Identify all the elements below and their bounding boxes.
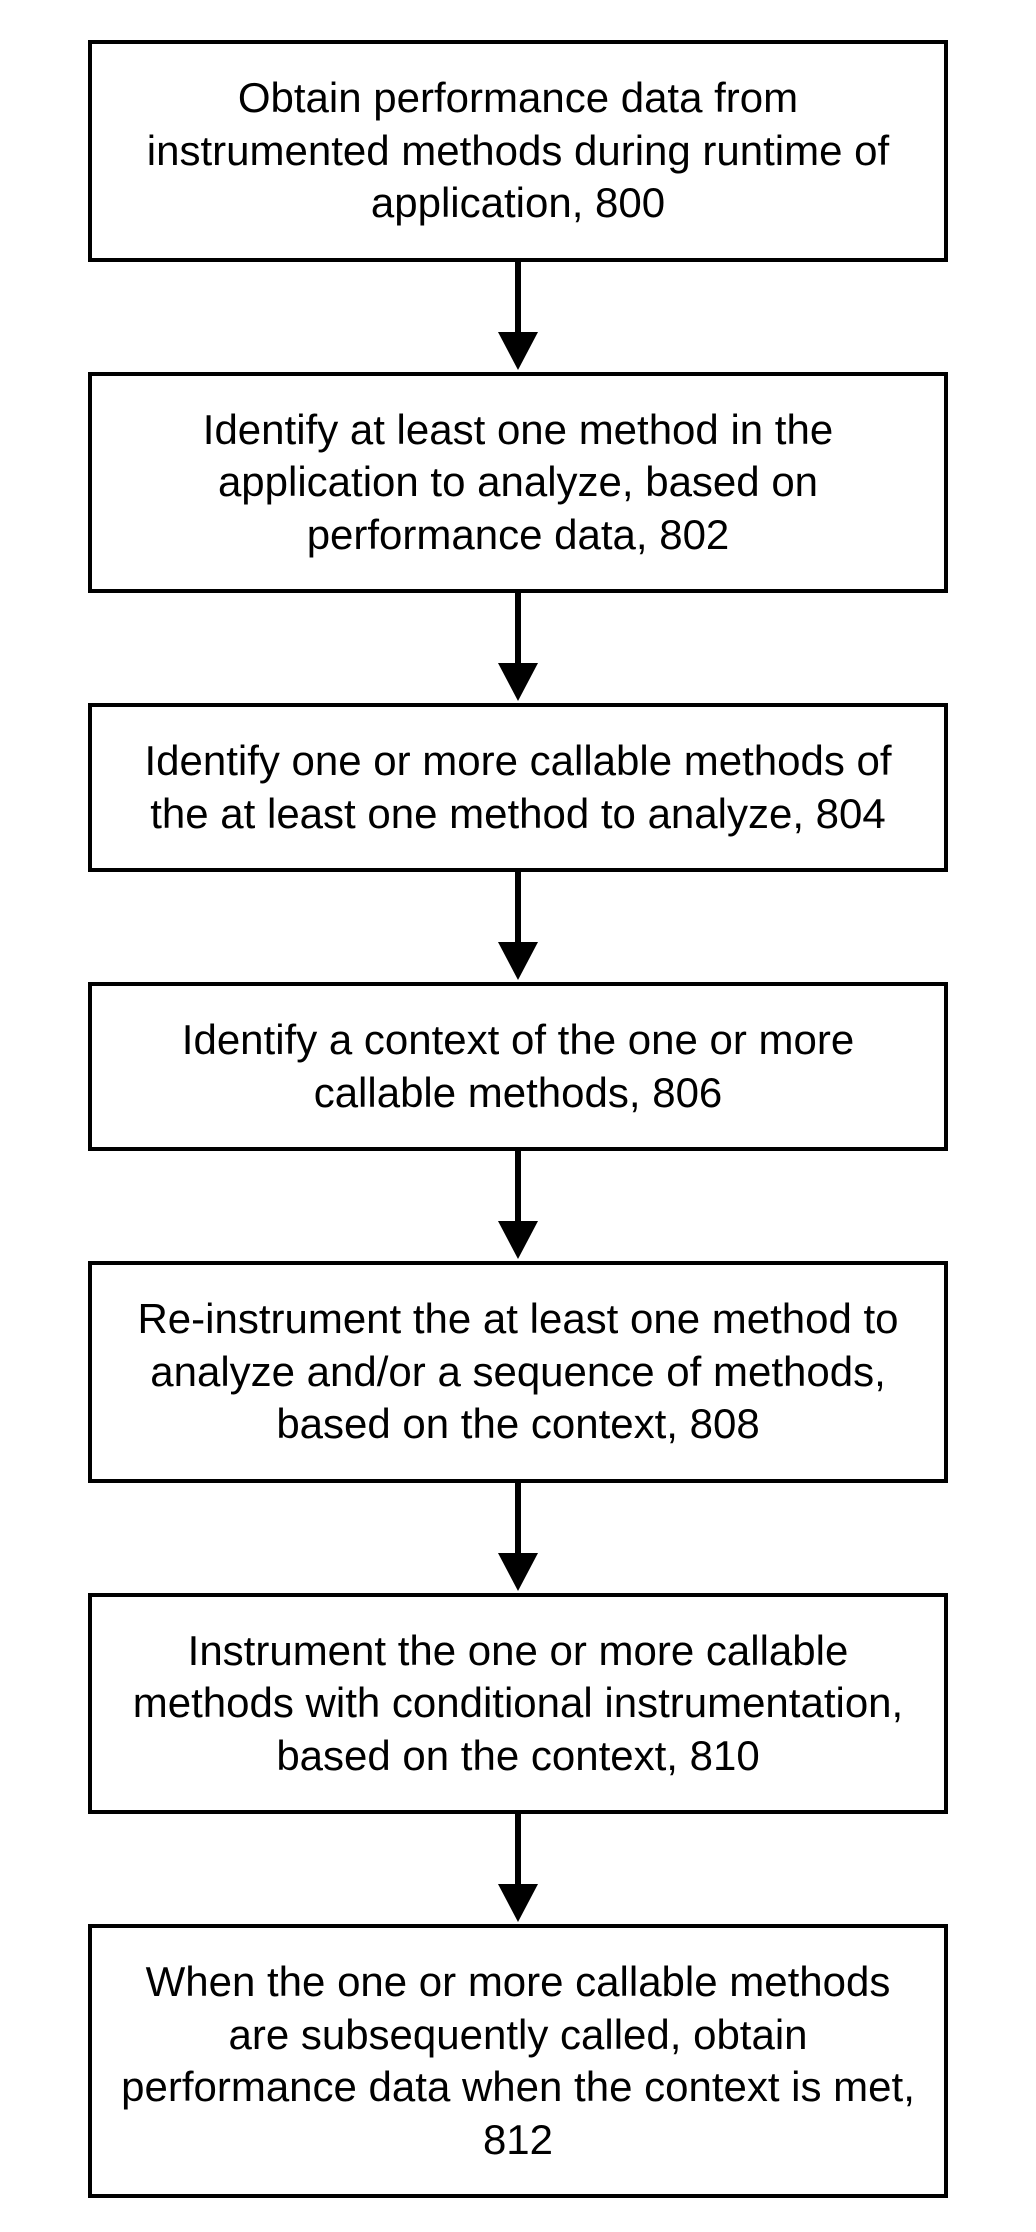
flow-node-label: Identify at least one method in the appl… [116, 404, 920, 562]
flow-arrow [0, 872, 1036, 982]
flow-node-800: Obtain performance data from instrumente… [88, 40, 948, 262]
flow-node-806: Identify a context of the one or more ca… [88, 982, 948, 1151]
flow-arrow [0, 1814, 1036, 1924]
flow-node-label: Identify a context of the one or more ca… [116, 1014, 920, 1119]
flow-arrow [0, 1483, 1036, 1593]
flow-arrow [0, 262, 1036, 372]
flow-node-802: Identify at least one method in the appl… [88, 372, 948, 594]
flow-node-812: When the one or more callable methods ar… [88, 1924, 948, 2198]
flow-node-label: Instrument the one or more callable meth… [116, 1625, 920, 1783]
flow-node-808: Re-instrument the at least one method to… [88, 1261, 948, 1483]
flow-arrow [0, 593, 1036, 703]
flow-node-label: Obtain performance data from instrumente… [116, 72, 920, 230]
flow-node-label: Identify one or more callable methods of… [116, 735, 920, 840]
flow-node-804: Identify one or more callable methods of… [88, 703, 948, 872]
flow-node-810: Instrument the one or more callable meth… [88, 1593, 948, 1815]
flow-node-label: When the one or more callable methods ar… [116, 1956, 920, 2166]
flow-node-label: Re-instrument the at least one method to… [116, 1293, 920, 1451]
flowchart-canvas: Obtain performance data from instrumente… [0, 0, 1036, 2232]
flow-arrow [0, 1151, 1036, 1261]
